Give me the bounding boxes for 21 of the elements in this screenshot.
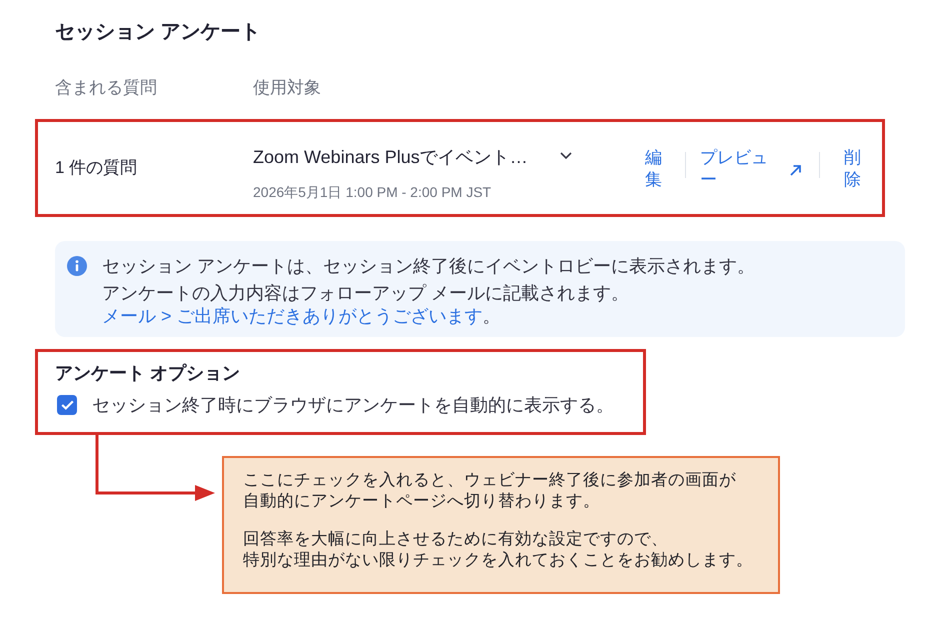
column-header: 含まれる質問 xyxy=(55,78,157,97)
checkbox-label: セッション終了時にブラウザにアンケートを自動的に表示する。 xyxy=(92,394,614,417)
email-link[interactable]: メール > ご出席いただきありがとうございます xyxy=(102,306,483,326)
page-title: セッション アンケート xyxy=(55,20,261,45)
callout-text: 回答率を大幅に向上させるために有効な設定ですので、 特別な理由がない限りチェックを入れておくことをお勧めします。 xyxy=(243,529,753,571)
info-icon xyxy=(67,256,87,276)
checkbox[interactable] xyxy=(57,395,77,415)
action-link[interactable]: 編集 xyxy=(645,147,665,191)
action-link[interactable]: 削除 xyxy=(844,147,864,191)
chevron-down-icon[interactable] xyxy=(560,152,572,158)
column-header: 使用対象 xyxy=(253,78,321,97)
external-link-icon xyxy=(789,164,802,176)
question-count: 1 件の質問 xyxy=(55,158,138,177)
survey-date: 2026年5月1日 1:00 PM - 2:00 PM JST xyxy=(253,183,492,202)
preview-link[interactable]: プレビュー xyxy=(700,147,802,191)
survey-name: Zoom Webinars Plusでイベント… xyxy=(253,146,528,169)
info-text: アンケートの入力内容はフォローアップ メールに記載されます。 メール > ご出席いただきありがとうございます。 xyxy=(102,282,630,328)
section-heading: アンケート オプション xyxy=(55,362,240,385)
info-text: セッション アンケートは、セッション終了後にイベントロビーに表示されます。 xyxy=(102,255,756,278)
callout-text: ここにチェックを入れると、ウェビナー終了後に参加者の画面が 自動的にアンケートページへ切り替わります。 xyxy=(243,470,736,512)
check-icon xyxy=(60,400,74,410)
